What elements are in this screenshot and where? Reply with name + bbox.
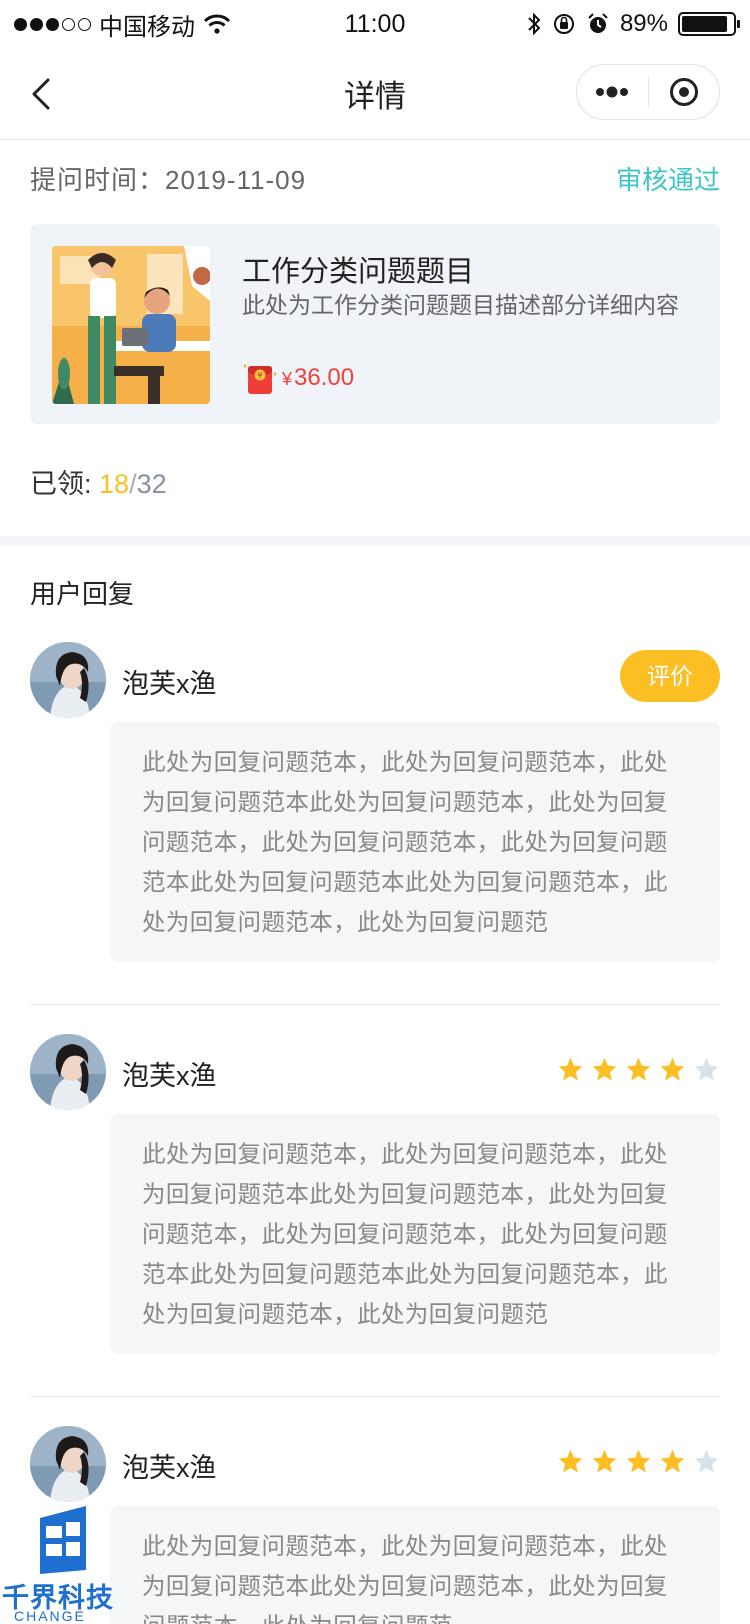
watermark-logo: 千界科技 CHANGE [0, 1504, 130, 1624]
rotation-lock-icon [553, 14, 574, 34]
battery-percent: 89% [619, 10, 668, 37]
red-envelope-icon: ¥ [243, 364, 277, 394]
star-filled-icon [660, 1449, 685, 1473]
star-filled-icon [592, 1449, 617, 1473]
battery-fill [682, 16, 727, 32]
question-thumbnail [52, 246, 210, 404]
avatar[interactable] [30, 1034, 106, 1110]
close-button[interactable] [649, 65, 720, 119]
star-filled-icon [558, 1057, 583, 1081]
star-filled-icon [626, 1449, 651, 1473]
mini-program-capsule [576, 64, 720, 120]
question-description: 此处为工作分类问题题目描述部分详细内容 [242, 292, 679, 318]
star-filled-icon [558, 1449, 583, 1473]
avatar[interactable] [30, 1426, 106, 1502]
watermark-subtext: CHANGE [14, 1608, 86, 1624]
reply-item: 泡芙x渔 此处为回复问题范本，此处为回复问题范本，此处为回复问题范本此处为回复问… [30, 1034, 720, 1364]
reply-divider [30, 1004, 720, 1005]
bluetooth-icon [528, 12, 541, 36]
claimed-count: 已领: 18/32 [30, 462, 167, 501]
logo-mark-icon [40, 1506, 86, 1574]
target-close-icon [669, 78, 698, 106]
star-filled-icon [660, 1057, 685, 1081]
rate-button[interactable]: 评价 [620, 650, 720, 702]
star-empty-icon [694, 1057, 719, 1081]
question-card[interactable]: 工作分类问题题目 此处为工作分类问题题目描述部分详细内容 ¥ ¥36.00 [30, 224, 720, 424]
question-reward: ¥ ¥36.00 [242, 360, 354, 396]
question-title: 工作分类问题题目 [242, 256, 475, 288]
star-empty-icon [694, 1449, 719, 1473]
star-rating [557, 1056, 720, 1083]
currency-symbol: ¥ [282, 369, 293, 389]
star-filled-icon [626, 1057, 651, 1081]
star-rating [557, 1448, 720, 1475]
reply-text: 此处为回复问题范本，此处为回复问题范本，此处为回复问题范本此处为回复问题范本，此… [110, 1506, 720, 1624]
price-value: 36.00 [294, 364, 355, 391]
claimed-number: 18 [99, 469, 130, 499]
review-status-badge: 审核通过 [615, 165, 720, 195]
avatar[interactable] [30, 642, 106, 718]
status-right: 89% [526, 10, 740, 38]
reward-price: ¥36.00 [282, 364, 354, 392]
claimed-total: 32 [136, 469, 167, 499]
nav-bar: 详情 [0, 48, 750, 140]
question-time: 提问时间：2019-11-09 [30, 165, 307, 195]
more-button[interactable] [577, 65, 648, 119]
more-dots-icon [596, 86, 629, 98]
alarm-icon [588, 13, 608, 33]
status-bar: 中国移动 11:00 89% [0, 0, 750, 48]
section-divider [0, 536, 750, 546]
reply-divider [30, 1396, 720, 1397]
section-title-replies: 用户回复 [30, 579, 135, 609]
reply-text: 此处为回复问题范本，此处为回复问题范本，此处为回复问题范本此处为回复问题范本，此… [110, 1114, 720, 1354]
reply-item: 泡芙x渔 评价 此处为回复问题范本，此处为回复问题范本，此处为回复问题范本此处为… [30, 642, 720, 972]
reply-username: 泡芙x渔 [122, 1061, 217, 1091]
reply-username: 泡芙x渔 [122, 1453, 217, 1483]
svg-text:¥: ¥ [257, 371, 262, 380]
star-filled-icon [592, 1057, 617, 1081]
reply-text: 此处为回复问题范本，此处为回复问题范本，此处为回复问题范本此处为回复问题范本，此… [110, 722, 720, 962]
reply-item: 泡芙x渔 此处为回复问题范本，此处为回复问题范本，此处为回复问题范本此处为回复问… [30, 1426, 720, 1624]
claimed-separator: / [129, 469, 137, 499]
claimed-label: 已领: [30, 469, 100, 499]
battery-icon [678, 12, 740, 36]
reply-username: 泡芙x渔 [122, 669, 217, 699]
